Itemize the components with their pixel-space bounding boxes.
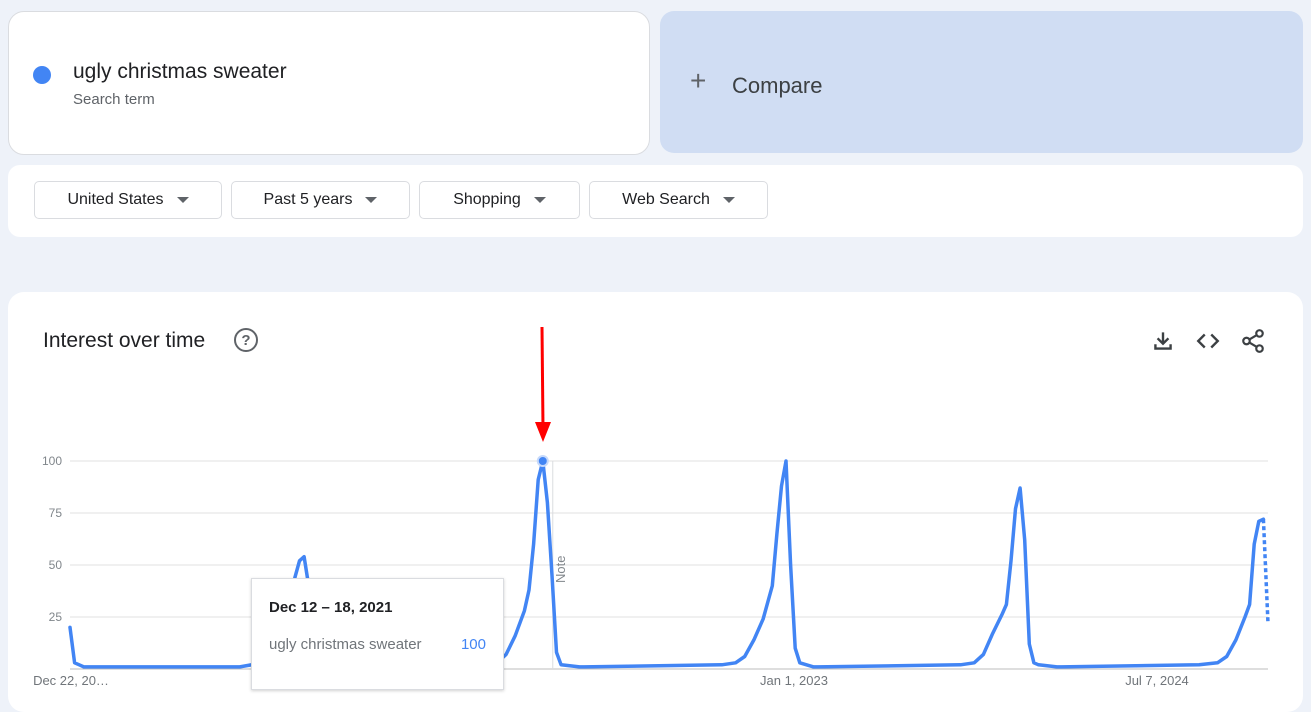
note-label: Note [553,556,568,583]
interest-line-chart: 255075100Dec 22, 20…Jun 27, 2021Jan 1, 2… [33,326,1270,688]
tooltip-term: ugly christmas sweater [269,636,422,653]
red-arrow-annotation [535,326,551,442]
red-arrow-shaft [540,326,545,429]
x-tick-label: Dec 22, 20… [33,673,109,688]
chart-tooltip: Dec 12 – 18, 2021 ugly christmas sweater… [251,578,504,690]
red-arrow-head [535,422,551,442]
tooltip-value: 100 [460,636,486,653]
x-tick-label: Jan 1, 2023 [760,673,828,688]
highlight-point [536,455,549,467]
chart-axis-labels: 255075100Dec 22, 20…Jun 27, 2021Jan 1, 2… [33,454,1189,688]
y-tick-label: 25 [49,610,63,624]
chart-series [68,455,1270,669]
y-tick-label: 75 [49,506,63,520]
series-line [68,459,1266,669]
y-tick-label: 50 [49,558,63,572]
series-partial-dashed [1261,519,1270,624]
tooltip-date: Dec 12 – 18, 2021 [269,599,393,616]
x-tick-label: Jul 7, 2024 [1125,673,1189,688]
chart-gridlines [70,460,1268,670]
y-tick-label: 100 [42,454,62,468]
